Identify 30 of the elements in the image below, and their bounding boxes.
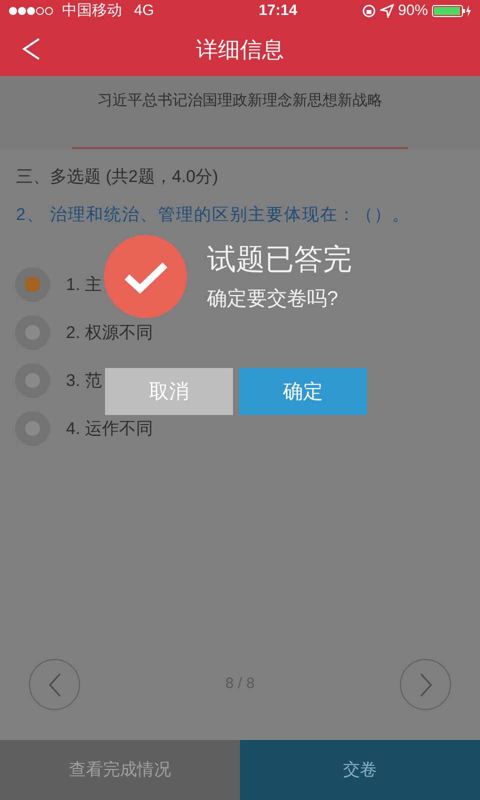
rotation-lock-icon — [362, 4, 376, 18]
answer-option[interactable]: 3. 范 — [15, 363, 102, 398]
signal-icon — [8, 6, 54, 16]
submit-button[interactable]: 交卷 — [240, 740, 480, 800]
cancel-button[interactable]: 取消 — [105, 368, 233, 415]
left-chevron-icon — [48, 672, 62, 696]
question-text: 2、 治理和统治、管理的区别主要体现在：（）。 — [16, 204, 412, 226]
progress-button[interactable]: 查看完成情况 — [0, 740, 240, 800]
location-arrow-icon — [380, 4, 394, 18]
section-heading: 三、多选题 (共2题，4.0分) — [16, 166, 220, 188]
radio-icon — [15, 411, 50, 446]
clock: 17:14 — [258, 0, 298, 21]
answer-option[interactable]: 1. 主 — [15, 267, 102, 302]
dialog-message: 确定要交卷吗? — [207, 287, 338, 312]
next-button[interactable] — [400, 659, 451, 710]
radio-icon — [15, 267, 50, 302]
page-title: 详细信息 — [196, 36, 284, 64]
radio-icon — [15, 363, 50, 398]
dialog-title: 试题已答完 — [207, 243, 352, 278]
answer-option[interactable]: 2. 权源不同 — [15, 315, 153, 350]
confirm-button[interactable]: 确定 — [239, 368, 367, 415]
carrier-name: 中国移动 — [62, 0, 122, 21]
radio-icon — [15, 315, 50, 350]
network-type: 4G — [134, 0, 154, 21]
exam-title: 习近平总书记治国理政新理念新思想新战略 — [98, 91, 382, 111]
back-chevron-icon — [21, 37, 41, 61]
battery-percent: 90% — [398, 0, 428, 21]
previous-button[interactable] — [29, 659, 80, 710]
right-chevron-icon — [418, 672, 432, 696]
battery-charging-icon — [432, 4, 472, 18]
